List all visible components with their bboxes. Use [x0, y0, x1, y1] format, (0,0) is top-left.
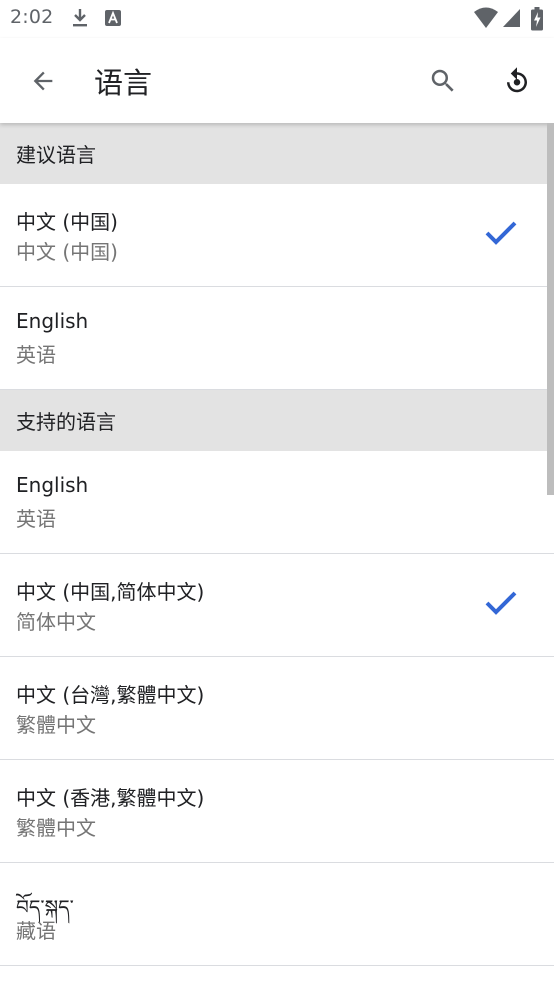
language-name: English: [16, 309, 89, 333]
search-button[interactable]: [420, 58, 466, 104]
status-bar: 2:02: [0, 0, 554, 38]
app-bar: 语言: [0, 38, 554, 123]
download-icon: [73, 9, 87, 27]
language-native-name: 中文 (中国): [16, 240, 118, 264]
text-a-icon: [105, 10, 121, 26]
list-item[interactable]: 中文 (中国,简体中文) 简体中文: [0, 554, 554, 657]
list-item[interactable]: 中文 (中国) 中文 (中国): [0, 184, 554, 287]
list-item[interactable]: 中文 (香港,繁體中文) 繁體中文: [0, 760, 554, 863]
language-name: 中文 (台灣,繁體中文): [16, 683, 205, 707]
language-native-name: 繁體中文: [16, 816, 96, 840]
arrow-back-icon: [33, 71, 53, 91]
restore-icon: [507, 67, 527, 93]
battery-charging-icon: [531, 7, 543, 31]
language-native-name: 藏语: [16, 919, 56, 943]
language-native-name: 简体中文: [16, 610, 96, 634]
language-name: 中文 (中国): [16, 210, 118, 234]
list-item[interactable]: English 英语: [0, 451, 554, 554]
status-time: 2:02: [10, 6, 54, 28]
search-icon: [431, 69, 454, 92]
language-name: 中文 (香港,繁體中文): [16, 786, 205, 810]
language-name: English: [16, 473, 89, 497]
check-icon: [485, 591, 517, 615]
scrollbar[interactable]: [547, 123, 554, 495]
language-native-name: 英语: [16, 507, 56, 531]
wifi-icon: [474, 7, 498, 28]
cellular-icon: [503, 9, 520, 27]
list-item[interactable]: English 英语: [0, 287, 554, 390]
section-header-supported: 支持的语言: [0, 390, 554, 451]
check-icon: [485, 221, 517, 245]
restore-button[interactable]: [494, 58, 540, 104]
list-item[interactable]: བོད་སྐད་ 藏语: [0, 863, 554, 966]
language-native-name: 繁體中文: [16, 713, 96, 737]
section-header-suggested: 建议语言: [0, 123, 554, 184]
language-native-name: 英语: [16, 343, 56, 367]
language-name: 中文 (中国,简体中文): [16, 580, 205, 604]
back-button[interactable]: [20, 58, 66, 104]
list-item[interactable]: 中文 (台灣,繁體中文) 繁體中文: [0, 657, 554, 760]
language-list[interactable]: 建议语言 中文 (中国) 中文 (中国) English 英语 支持的语言 En…: [0, 123, 554, 984]
page-title: 语言: [94, 66, 153, 100]
